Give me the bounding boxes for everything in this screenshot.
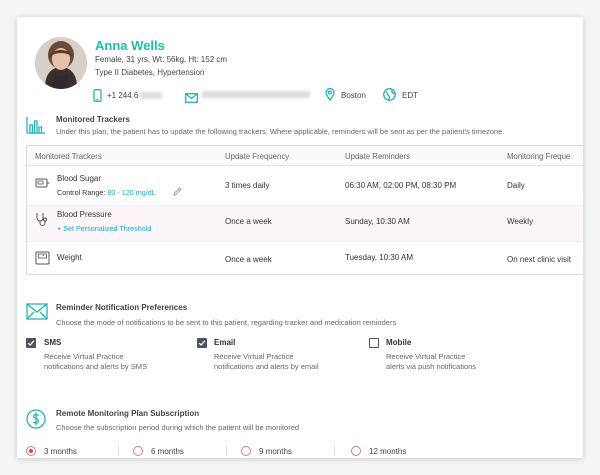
envelope-icon — [26, 303, 48, 325]
mobile-checkbox[interactable] — [369, 338, 379, 348]
edit-pencil-icon[interactable] — [173, 187, 182, 198]
sms-checkbox[interactable] — [26, 338, 36, 348]
mobile-description: Receive Virtual Practice — [386, 352, 466, 361]
update-frequency: Once a week — [225, 217, 272, 226]
column-header: Update Frequency — [225, 152, 290, 161]
email-address-redacted — [202, 91, 310, 98]
radio-button[interactable] — [351, 446, 361, 456]
weight-scale-icon — [35, 251, 50, 267]
subscription-options: 3 months 6 months 9 months 12 months — [26, 444, 576, 458]
stethoscope-icon — [35, 212, 49, 229]
period-option-3-months[interactable]: 3 months — [26, 444, 126, 458]
table-row: Blood Sugar Control Range: 80 - 120 mg/d… — [27, 166, 583, 206]
period-label: 3 months — [44, 447, 77, 456]
radio-button[interactable] — [133, 446, 143, 456]
location-icon — [325, 87, 335, 106]
sms-label: SMS — [44, 338, 62, 347]
control-range: Control Range: 80 - 120 mg/dL — [57, 188, 156, 197]
trackers-title: Monitored Trackers — [56, 115, 130, 124]
email-icon — [185, 90, 198, 108]
period-label: 6 months — [151, 447, 184, 456]
trackers-table: Monitored Trackers Update Frequency Upda… — [26, 145, 583, 275]
update-frequency: Once a week — [225, 255, 272, 264]
column-header: Monitoring Freque — [507, 152, 571, 161]
location-text: Boston — [341, 91, 366, 100]
avatar — [35, 37, 87, 89]
update-frequency: 3 times daily — [225, 181, 270, 190]
notifications-subtitle: Choose the mode of notifications to be s… — [56, 318, 397, 327]
table-row: Blood Pressure + Set Personalized Thresh… — [27, 206, 583, 241]
table-header: Monitored Trackers Update Frequency Upda… — [27, 146, 583, 166]
update-reminders: Tuesday, 10:30 AM — [345, 253, 414, 262]
column-header: Monitored Trackers — [35, 152, 102, 161]
blood-sugar-icon — [35, 176, 50, 192]
update-reminders: Sunday, 10:30 AM — [345, 217, 410, 226]
email-label: Email — [214, 338, 236, 347]
monitoring-frequency: Daily — [507, 181, 525, 190]
mobile-description: alerts via push notifications — [386, 362, 477, 371]
period-option-6-months[interactable]: 6 months — [133, 444, 233, 458]
chart-bars-icon — [26, 116, 46, 139]
column-header: Update Reminders — [345, 152, 411, 161]
email-option[interactable]: Email Receive Virtual Practice notificat… — [197, 337, 357, 377]
update-reminders: 06:30 AM, 02:00 PM, 08:30 PM — [345, 181, 457, 190]
divider — [118, 446, 119, 456]
sms-option[interactable]: SMS Receive Virtual Practice notificatio… — [26, 337, 186, 377]
sms-description: notifications and alerts by SMS — [44, 362, 147, 371]
period-option-12-months[interactable]: 12 months — [351, 444, 451, 458]
divider — [226, 446, 227, 456]
subscription-title: Remote Monitoring Plan Subscription — [56, 409, 200, 418]
patient-conditions: Type II Diabetes, Hypertension — [95, 68, 205, 77]
table-row: Weight Once a week Tuesday, 10:30 AM On … — [27, 241, 583, 274]
mobile-option[interactable]: Mobile Receive Virtual Practice alerts v… — [369, 337, 529, 377]
subscription-subtitle: Choose the subscription period during wh… — [56, 423, 300, 432]
trackers-subtitle: Under this plan, the patient has to upda… — [56, 127, 505, 136]
notifications-title: Reminder Notification Preferences — [56, 303, 188, 312]
sms-description: Receive Virtual Practice — [44, 352, 124, 361]
monitoring-frequency: On next clinic visit — [507, 255, 572, 264]
tracker-name: Weight — [57, 253, 82, 262]
radio-button[interactable] — [241, 446, 251, 456]
timezone-text: EDT — [402, 91, 418, 100]
mobile-label: Mobile — [386, 338, 412, 347]
email-checkbox[interactable] — [197, 338, 207, 348]
divider — [334, 446, 335, 456]
phone-number: +1 244 6 — [107, 91, 163, 100]
period-option-9-months[interactable]: 9 months — [241, 444, 341, 458]
tracker-name: Blood Pressure — [57, 210, 112, 219]
patient-plan-card: Anna Wells Female, 31 yrs, Wt: 56kg, Ht:… — [17, 17, 583, 458]
period-label: 9 months — [259, 447, 292, 456]
tracker-name: Blood Sugar — [57, 174, 102, 183]
radio-button[interactable] — [26, 446, 36, 456]
patient-name: Anna Wells — [95, 38, 165, 53]
phone-icon — [93, 89, 102, 107]
set-threshold-link[interactable]: + Set Personalized Threshold — [57, 224, 151, 233]
patient-details: Female, 31 yrs, Wt: 56kg, Ht: 152 cm — [95, 55, 228, 64]
period-label: 12 months — [369, 447, 407, 456]
globe-icon — [383, 88, 396, 106]
dollar-icon — [26, 409, 46, 434]
monitoring-frequency: Weekly — [507, 217, 534, 226]
email-description: notifications and alerts by email — [214, 362, 319, 371]
email-description: Receive Virtual Practice — [214, 352, 294, 361]
